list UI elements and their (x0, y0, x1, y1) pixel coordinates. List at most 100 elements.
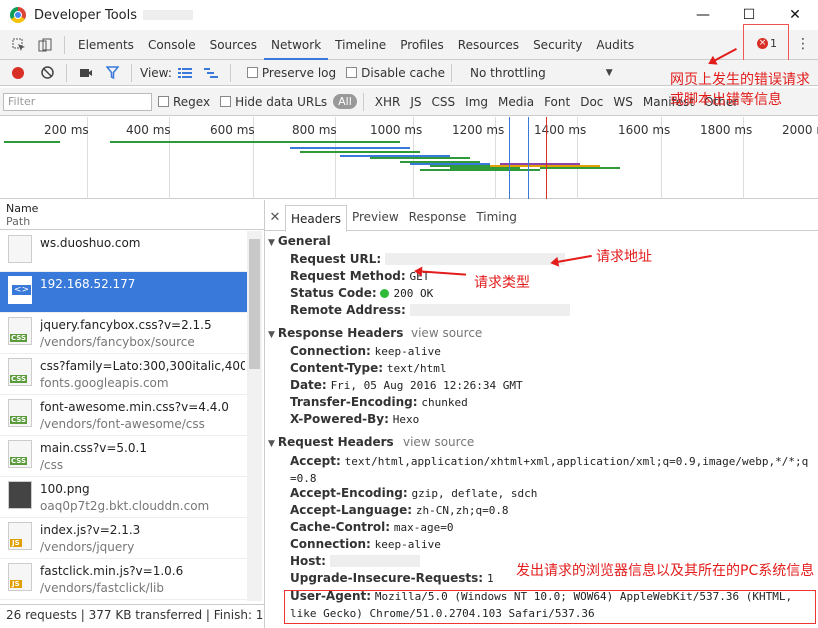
preserve-log-label: Preserve log (261, 65, 337, 80)
filter-type-font[interactable]: Font (539, 95, 575, 109)
request-text: fastclick.min.js?v=1.0.6/vendors/fastcli… (40, 563, 245, 597)
triangle-down-icon: ▼ (268, 330, 275, 340)
filter-type-media[interactable]: Media (493, 95, 539, 109)
toolbar-divider (64, 35, 65, 54)
request-row[interactable]: jquery.fancybox.css?v=2.1.5/vendors/fanc… (0, 313, 247, 354)
throttling-value: No throttling (470, 65, 546, 80)
filter-type-ws[interactable]: WS (608, 95, 637, 109)
window-titlebar: Developer Tools — ☐ ✕ (0, 0, 818, 30)
error-count: 1 (770, 37, 777, 50)
tab-network[interactable]: Network (264, 30, 329, 60)
request-row[interactable]: 192.168.52.177 (0, 272, 247, 313)
window-title: Developer Tools (34, 7, 138, 23)
request-header-row: Accept-Encoding: gzip, deflate, sdch (290, 486, 537, 500)
filter-type-xhr[interactable]: XHR (370, 95, 406, 109)
filter-type-img[interactable]: Img (460, 95, 493, 109)
request-text: index.js?v=2.1.3/vendors/jquery (40, 522, 245, 556)
accept-key: Accept: (290, 454, 341, 468)
request-text: ws.duoshuo.com (40, 235, 245, 252)
request-list-scrollbar[interactable] (247, 231, 262, 601)
list-header[interactable]: Name Path (0, 200, 264, 230)
request-row[interactable]: fastclick.min.js?v=1.0.6/vendors/fastcli… (0, 559, 247, 600)
request-text: main.css?v=5.0.1/css (40, 440, 245, 474)
capture-screenshots-icon[interactable] (73, 60, 99, 86)
tab-resources[interactable]: Resources (451, 30, 526, 60)
error-count-badge[interactable]: × 1 (757, 37, 777, 50)
tab-headers[interactable]: Headers (285, 204, 347, 232)
response-header-row: X-Powered-By: Hexo (290, 412, 419, 426)
request-path: fonts.googleapis.com (40, 376, 169, 390)
request-headers-section-header[interactable]: ▼ Request Headers (268, 435, 394, 449)
filter-type-doc[interactable]: Doc (575, 95, 608, 109)
checkbox-box (158, 96, 169, 107)
request-row[interactable]: 100.png oaq0p7t2g.bkt.clouddn.com (0, 477, 247, 518)
filter-type-css[interactable]: CSS (427, 95, 461, 109)
request-path: /css (40, 458, 64, 472)
general-section-header[interactable]: ▼ General (268, 234, 331, 248)
timeline-tick-label: 800 ms (292, 123, 337, 137)
request-view-source-link[interactable]: view source (403, 435, 474, 449)
request-path: /vendors/fancybox/source (40, 335, 195, 349)
header-value: zh-CN,zh;q=0.8 (415, 504, 509, 517)
tab-console[interactable]: Console (141, 30, 203, 60)
toolbar-divider (131, 63, 132, 82)
request-path: /vendors/font-awesome/css (40, 417, 205, 431)
header-key: Date: (290, 378, 327, 392)
tab-profiles[interactable]: Profiles (393, 30, 451, 60)
split-divider[interactable] (264, 200, 265, 628)
request-row[interactable]: ws.duoshuo.com (0, 231, 247, 272)
header-value: Hexo (392, 413, 420, 426)
close-icon[interactable]: ✕ (265, 210, 285, 225)
tab-elements[interactable]: Elements (71, 30, 141, 60)
tab-timing[interactable]: Timing (471, 204, 522, 230)
more-menu-icon[interactable]: ⋮ (796, 36, 810, 52)
filter-type-js[interactable]: JS (405, 95, 426, 109)
preserve-log-checkbox[interactable]: Preserve log (246, 65, 337, 80)
request-row[interactable]: font-awesome.min.css?v=4.4.0/vendors/fon… (0, 395, 247, 436)
filter-type-all[interactable]: All (333, 94, 357, 109)
network-summary: 26 requests | 377 KB transferred | Finis… (0, 604, 264, 626)
css-file-icon (8, 317, 32, 345)
large-rows-icon[interactable] (172, 60, 198, 86)
overview-icon[interactable] (198, 60, 224, 86)
disable-cache-checkbox[interactable]: Disable cache (346, 66, 445, 80)
regex-checkbox[interactable]: Regex (158, 95, 210, 109)
request-name: index.js?v=2.1.3 (40, 523, 141, 537)
tab-security[interactable]: Security (526, 30, 589, 60)
hide-data-urls-checkbox[interactable]: Hide data URLs (220, 95, 327, 109)
clear-icon[interactable] (34, 60, 60, 86)
header-key: Cache-Control: (290, 520, 391, 534)
timeline-request-bar (290, 147, 410, 149)
filter-icon[interactable] (99, 60, 125, 86)
request-row[interactable]: css?family=Lato:300,300italic,400,400...… (0, 354, 247, 395)
filter-input[interactable]: Filter (3, 92, 152, 111)
response-header-row: Date: Fri, 05 Aug 2016 12:26:34 GMT (290, 378, 523, 392)
minimize-button[interactable]: — (680, 0, 726, 30)
request-row[interactable]: index.js?v=2.1.3/vendors/jquery (0, 518, 247, 559)
remote-address-row: Remote Address: (290, 303, 570, 317)
tab-preview[interactable]: Preview (347, 204, 404, 230)
response-view-source-link[interactable]: view source (411, 326, 482, 340)
header-key: Upgrade-Insecure-Requests: (290, 571, 484, 585)
inspect-element-icon[interactable] (6, 32, 32, 58)
tab-response[interactable]: Response (404, 204, 472, 230)
throttling-select[interactable]: No throttling ▼ (470, 66, 613, 80)
tab-audits[interactable]: Audits (589, 30, 641, 60)
device-mode-icon[interactable] (32, 32, 58, 58)
timeline-overview[interactable]: 200 ms 400 ms 600 ms 800 ms 1000 ms 1200 ms 14… (0, 117, 818, 199)
request-name: main.css?v=5.0.1 (40, 441, 147, 455)
tab-timeline[interactable]: Timeline (328, 30, 393, 60)
accept-row: Accept: text/html,application/xhtml+xml,… (290, 453, 810, 487)
header-key: X-Powered-By: (290, 412, 389, 426)
view-label: View: (140, 65, 172, 80)
status-code-key: Status Code: (290, 286, 377, 300)
response-headers-section-header[interactable]: ▼ Response Headers (268, 326, 403, 340)
request-path: /vendors/fastclick/lib (40, 581, 164, 595)
request-method-row: Request Method: GET (290, 269, 429, 283)
tab-sources[interactable]: Sources (203, 30, 264, 60)
record-icon[interactable] (12, 66, 24, 79)
timeline-request-bar (500, 163, 580, 165)
request-row[interactable]: main.css?v=5.0.1/css (0, 436, 247, 477)
scroll-thumb[interactable] (249, 239, 260, 369)
request-header-row: Host: (290, 554, 420, 568)
